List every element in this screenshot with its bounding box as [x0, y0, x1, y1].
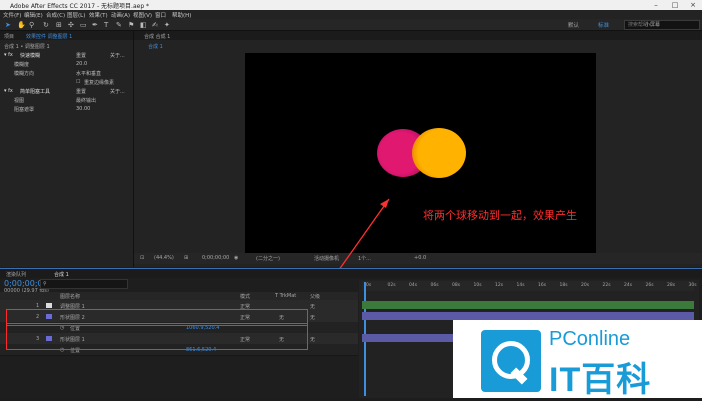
layer-bar[interactable] — [362, 312, 694, 320]
column-trkmat[interactable]: T TrkMat — [275, 293, 296, 299]
ruler-tick-label: 12s — [495, 283, 504, 288]
pconline-logo-icon — [481, 330, 541, 392]
ruler-tick-label: 06s — [430, 283, 439, 288]
brand-name-cn: IT百科 — [549, 361, 652, 399]
layer-parent[interactable]: 无 — [310, 336, 315, 343]
timeline-search-input[interactable]: ⚲ — [40, 279, 128, 289]
tab-render-queue[interactable]: 渲染队列 — [6, 271, 26, 278]
tab-comp1[interactable]: 合成 1 — [54, 271, 69, 278]
ruler-tick-label: 22s — [602, 283, 611, 288]
column-parent[interactable]: 父级 — [310, 293, 320, 300]
ruler-tick-label: 14s — [516, 283, 525, 288]
ruler-tick-label: 28s — [667, 283, 676, 288]
ruler-tick-label: 16s — [538, 283, 547, 288]
ruler-tick-label: 24s — [624, 283, 633, 288]
search-icon: ⚲ — [43, 281, 47, 287]
layer-color-label[interactable] — [46, 303, 52, 308]
ruler-tick-label: 02s — [387, 283, 396, 288]
ruler-tick-label: 04s — [409, 283, 418, 288]
layer-parent[interactable]: 无 — [310, 314, 315, 321]
brand-name: PConline — [549, 328, 631, 350]
highlight-box — [6, 323, 308, 350]
layer-parent[interactable]: 无 — [310, 303, 315, 310]
ruler-tick-label: 10s — [473, 283, 482, 288]
ruler-tick-label: 20s — [581, 283, 590, 288]
layer-bar[interactable] — [362, 301, 694, 309]
ruler-tick-label: 26s — [645, 283, 654, 288]
column-mode[interactable]: 模式 — [240, 293, 250, 300]
ruler-tick-label: 0s — [366, 283, 372, 288]
pconline-watermark: PConline IT百科 — [453, 320, 702, 399]
ruler-tick-label: 30s — [688, 283, 697, 288]
ruler-tick-label: 08s — [452, 283, 461, 288]
timeline-column-header: 图层名称 模式 T TrkMat 父级 — [0, 292, 358, 300]
timeline-tabs: 渲染队列 合成 1 — [0, 268, 702, 278]
time-ruler[interactable]: 0s 02s 04s 06s 08s 10s 12s 14s 16s 18s 20s 22s 24s 26… — [362, 281, 697, 291]
column-layer-name[interactable]: 图层名称 — [60, 293, 80, 300]
ruler-tick-label: 18s — [559, 283, 568, 288]
